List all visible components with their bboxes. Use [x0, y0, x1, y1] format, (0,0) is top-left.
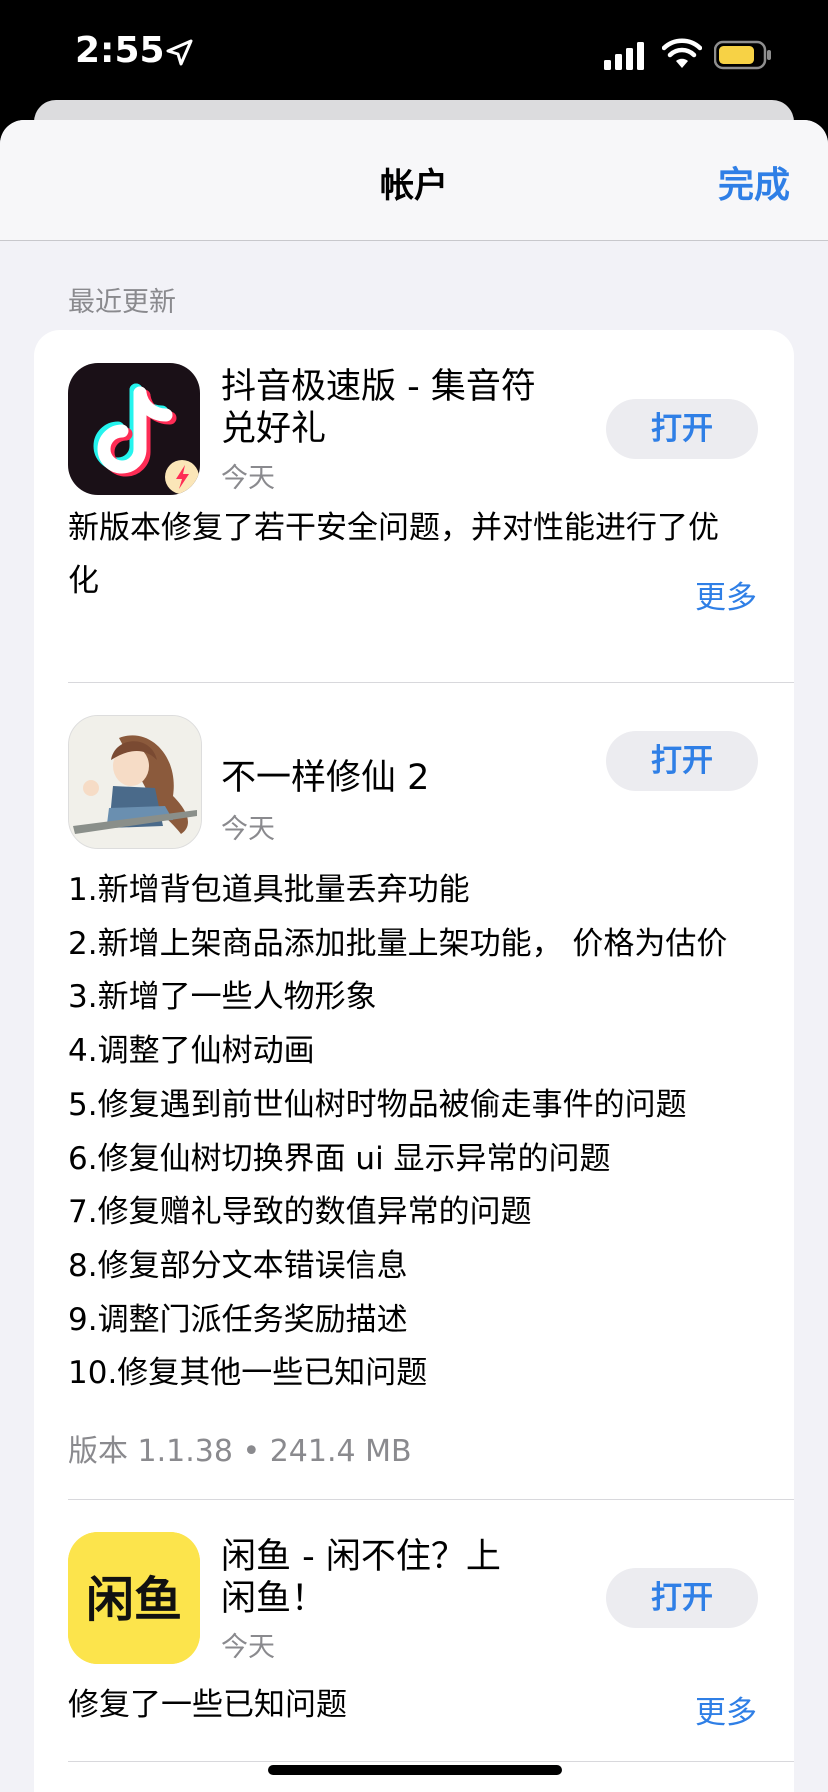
- character-illustration-icon: [69, 716, 201, 848]
- release-notes-line8: 8.修复部分文本错误信息: [68, 1248, 408, 1284]
- app-name-line1: 闲鱼 - 闲不住？上: [221, 1537, 501, 1577]
- release-notes-line9: 9.调整门派任务奖励描述: [68, 1302, 408, 1338]
- account-sheet: 帐户 完成 最近更新 抖音极速版 - 集音符 兑好礼 今天 打开 新版本修复了若…: [0, 120, 828, 1792]
- divider: [68, 1761, 794, 1762]
- version-info: 版本 1.1.38 • 241.4 MB: [68, 1434, 412, 1469]
- app-update-date: 今天: [221, 814, 275, 845]
- release-notes-line1: 新版本修复了若干安全问题，并对性能进行了优: [68, 510, 719, 546]
- status-bar: 2:55: [0, 0, 828, 108]
- app-name-line2: 闲鱼！: [221, 1579, 327, 1619]
- more-link-xianyu[interactable]: 更多: [695, 1687, 757, 1732]
- divider: [68, 1499, 794, 1500]
- divider: [68, 682, 794, 683]
- release-notes-line2: 2.新增上架商品添加批量上架功能， 价格为估价: [68, 926, 728, 962]
- xianyu-app-icon[interactable]: 闲鱼: [68, 1532, 200, 1664]
- cellular-signal-icon: [604, 42, 644, 70]
- more-link-douyin[interactable]: 更多: [695, 572, 757, 617]
- page-title: 帐户: [380, 166, 448, 206]
- section-header-recent-updates: 最近更新: [68, 287, 176, 318]
- svg-text:闲鱼: 闲鱼: [86, 1572, 182, 1628]
- release-notes-line7: 7.修复赠礼导致的数值异常的问题: [68, 1194, 532, 1230]
- open-button-xiuxian[interactable]: 打开: [606, 731, 758, 791]
- release-notes-line2: 化: [68, 563, 99, 599]
- updates-card: 抖音极速版 - 集音符 兑好礼 今天 打开 新版本修复了若干安全问题，并对性能进…: [34, 330, 794, 1792]
- status-time: 2:55: [75, 30, 165, 71]
- open-button-douyin[interactable]: 打开: [606, 399, 758, 459]
- release-notes-line6: 6.修复仙树切换界面 ui 显示异常的问题: [68, 1141, 611, 1177]
- battery-icon: [714, 40, 771, 70]
- release-notes-line3: 3.新增了一些人物形象: [68, 979, 377, 1015]
- app-name: 不一样修仙 2: [221, 758, 430, 798]
- app-name-line1: 抖音极速版 - 集音符: [221, 367, 536, 407]
- xiuxian-app-icon[interactable]: [68, 715, 202, 849]
- open-button-xianyu[interactable]: 打开: [606, 1568, 758, 1628]
- douyin-lite-app-icon[interactable]: [68, 363, 200, 495]
- xianyu-logo-icon: 闲鱼: [68, 1532, 200, 1664]
- music-note-icon: [93, 383, 199, 494]
- app-update-date: 今天: [221, 1632, 275, 1663]
- navigation-bar: 帐户 完成: [0, 120, 828, 241]
- app-update-date: 今天: [221, 463, 275, 494]
- release-notes-line10: 10.修复其他一些已知问题: [68, 1355, 428, 1391]
- done-button[interactable]: 完成: [718, 156, 790, 208]
- release-notes: 修复了一些已知问题: [68, 1687, 347, 1723]
- location-arrow-icon: [166, 39, 193, 66]
- release-notes-line4: 4.调整了仙树动画: [68, 1033, 315, 1069]
- release-notes-line5: 5.修复遇到前世仙树时物品被偷走事件的问题: [68, 1087, 687, 1123]
- release-notes-line1: 1.新增背包道具批量丢弃功能: [68, 872, 470, 908]
- wifi-icon: [662, 38, 702, 68]
- app-name-line2: 兑好礼: [221, 409, 327, 449]
- home-indicator: [268, 1765, 562, 1775]
